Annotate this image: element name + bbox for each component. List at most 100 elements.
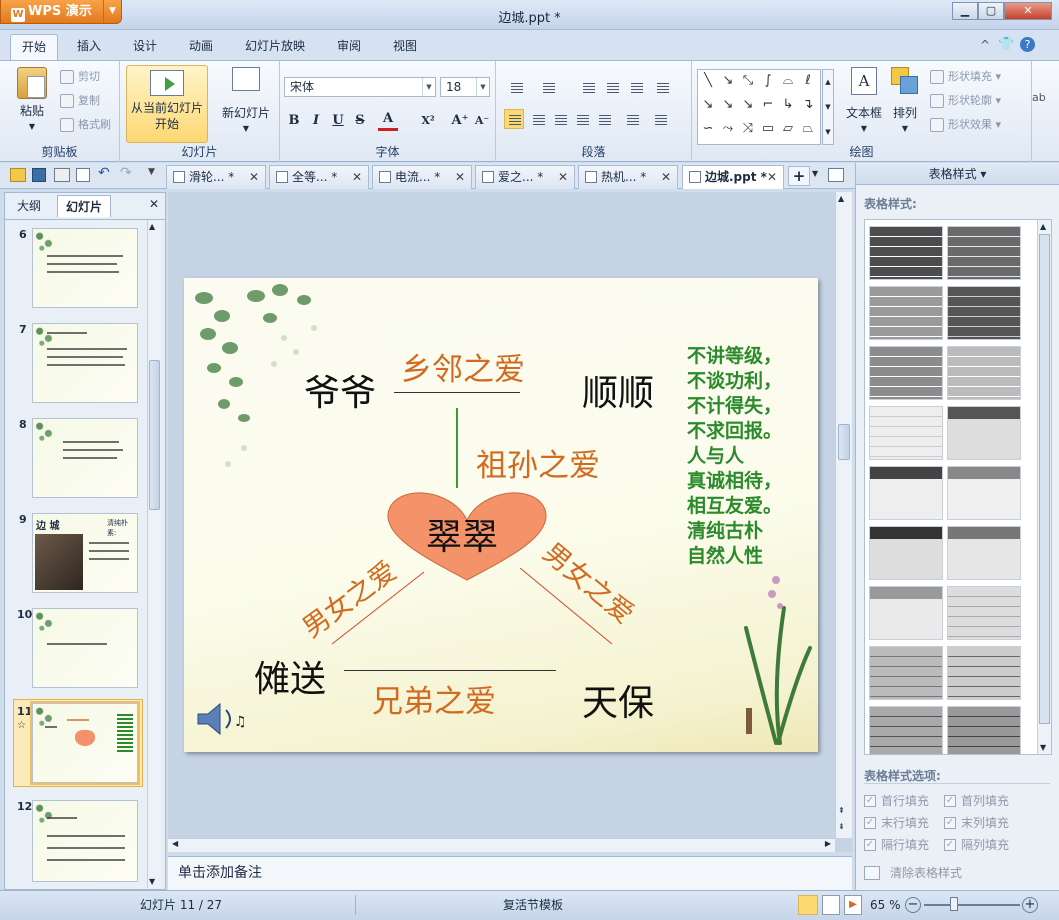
copy-button[interactable]: 复制 [60,91,116,111]
decrease-indent-icon[interactable] [578,77,598,97]
double-arrow-shape-icon[interactable]: ⤡ [738,70,758,92]
scroll-thumb[interactable] [838,424,850,460]
skin-icon[interactable]: 👕 [998,37,1014,52]
print-icon[interactable] [54,168,70,182]
banded-cols-checkbox[interactable]: ✓ 隔列填充 [944,835,1024,855]
shrink-font-button[interactable]: A⁻ [472,111,492,131]
curve-double-icon[interactable]: ⤨ [738,118,758,140]
editor-hscrollbar[interactable]: ◀ ▶ [168,838,835,852]
distribute-icon[interactable] [594,109,614,129]
table-style-option[interactable] [869,586,943,640]
first-row-checkbox[interactable]: ✓ 首行填充 [864,791,944,811]
format-painter-button[interactable]: 格式刷 [60,115,116,135]
table-style-option[interactable] [947,286,1021,340]
new-slide-button[interactable]: 新幻灯片 ▼ [216,67,276,137]
table-style-option[interactable] [869,346,943,400]
text-direction-icon[interactable] [652,77,672,97]
zoom-slider[interactable] [924,904,1020,906]
font-size-select[interactable]: 18 ▼ [440,77,490,97]
superscript-button[interactable]: X² [418,111,438,131]
normal-view-icon[interactable] [798,895,818,915]
doc-tab[interactable]: 电流... * ✕ [372,165,472,189]
tab-review[interactable]: 审阅 [326,34,372,60]
freeform-shape-icon[interactable]: ⌓ [778,70,798,92]
curve-shape-icon[interactable]: ∫ [758,70,778,92]
paragraph-spacing-icon[interactable] [622,109,642,129]
slide-thumbnail[interactable] [32,418,138,498]
speaker-icon[interactable]: ♫ [196,702,248,736]
table-style-option[interactable] [947,706,1021,754]
tab-outline[interactable]: 大纲 [9,195,49,217]
close-tab-icon[interactable]: ✕ [558,166,568,188]
print-preview-icon[interactable] [76,168,90,182]
open-folder-icon[interactable] [10,168,26,182]
last-row-checkbox[interactable]: ✓ 末行填充 [864,813,944,833]
rectangle-shape-icon[interactable]: ▭ [758,118,778,140]
scribble-shape-icon[interactable]: ℓ [798,70,818,92]
more-group-icon[interactable]: ab [1032,91,1059,104]
slide-thumbnail-current[interactable] [30,701,140,785]
close-panel-icon[interactable]: ✕ [149,197,159,211]
justify-icon[interactable] [572,109,592,129]
slide-thumbnail[interactable] [32,608,138,688]
table-style-option[interactable] [869,406,943,460]
table-style-option[interactable] [869,226,943,280]
scroll-thumb[interactable] [149,360,160,510]
increase-indent-icon[interactable] [602,77,622,97]
current-slide[interactable]: 爷爷 乡邻之爱 顺顺 祖孙之爱 翠翠 男女之爱 男女之爱 傩送 兄弟之爱 天保 … [184,278,818,752]
slide-thumbnail[interactable] [32,800,138,882]
chevron-down-icon[interactable]: ▼ [476,78,489,96]
minimize-button[interactable]: ▁ [952,2,978,20]
close-tab-icon[interactable]: ✕ [249,166,259,188]
doc-tab[interactable]: 热机... * ✕ [578,165,678,189]
elbow-double-icon[interactable]: ↳ [778,94,798,116]
new-tab-icon[interactable]: + [788,166,810,186]
table-style-option[interactable] [869,706,943,754]
table-style-option[interactable] [947,226,1021,280]
table-style-option[interactable] [869,646,943,700]
pane-title[interactable]: 表格样式 ▾ [856,163,1059,185]
shape-effect-button[interactable]: 形状效果 ▾ [930,115,1026,135]
elbow-arrow2-icon[interactable]: ↴ [798,94,818,116]
vertical-align-icon[interactable] [650,109,670,129]
connector-icon[interactable]: ↘ [738,94,758,116]
zoom-out-icon[interactable]: − [905,897,921,913]
zoom-in-icon[interactable]: + [1022,897,1038,913]
cut-button[interactable]: 剪切 [60,67,116,87]
gallery-scroll[interactable]: ▲ ▼ ▼ [822,69,834,145]
undo-icon[interactable]: ↶ [98,165,110,181]
grow-font-button[interactable]: A⁺ [450,111,470,131]
slides-scrollbar[interactable]: ▲ ▼ [147,220,161,888]
close-tab-icon[interactable]: ✕ [767,166,777,188]
notes-area[interactable]: 单击添加备注 [168,856,852,890]
bold-button[interactable]: B [284,111,304,131]
shapes-gallery[interactable]: ╲ ↘ ⤡ ∫ ⌓ ℓ ↘ ↘ ↘ ⌐ ↳ ↴ ∽ ⤳ ⤨ ▭ ▱ ⏢ [697,69,821,145]
table-style-option[interactable] [947,346,1021,400]
font-name-select[interactable]: 宋体 ▼ [284,77,436,97]
elbow-connector-icon[interactable]: ↘ [698,94,718,116]
arrow-shape-icon[interactable]: ↘ [718,70,738,92]
banded-rows-checkbox[interactable]: ✓ 隔行填充 [864,835,944,855]
elbow-arrow-icon[interactable]: ↘ [718,94,738,116]
close-tab-icon[interactable]: ✕ [352,166,362,188]
elbow-icon[interactable]: ⌐ [758,94,778,116]
editor-vscrollbar[interactable]: ▲ ⇞ ⇟ [835,192,852,838]
shape-fill-button[interactable]: 形状填充 ▾ [930,67,1026,87]
bullet-list-icon[interactable] [506,77,526,97]
gallery-scrollbar[interactable]: ▲ ▼ [1037,220,1051,754]
table-style-option[interactable] [869,526,943,580]
shape-outline-button[interactable]: 形状轮廓 ▾ [930,91,1026,111]
slideshow-view-icon[interactable]: ▶ [844,895,862,915]
slide-thumbnail[interactable]: 边 城 清纯朴素: [32,513,138,593]
table-style-option[interactable] [947,586,1021,640]
doc-tab[interactable]: 滑轮... * ✕ [166,165,266,189]
tab-view[interactable]: 视图 [382,34,428,60]
tab-animation[interactable]: 动画 [178,34,224,60]
curve-arrow-icon[interactable]: ⤳ [718,118,738,140]
maximize-button[interactable]: ▢ [978,2,1004,20]
customize-quick-icon[interactable]: ▼ [148,167,155,177]
table-style-option[interactable] [947,466,1021,520]
tab-design[interactable]: 设计 [122,34,168,60]
tab-list-icon[interactable]: ▼ [812,169,818,178]
close-tab-icon[interactable]: ✕ [661,166,671,188]
